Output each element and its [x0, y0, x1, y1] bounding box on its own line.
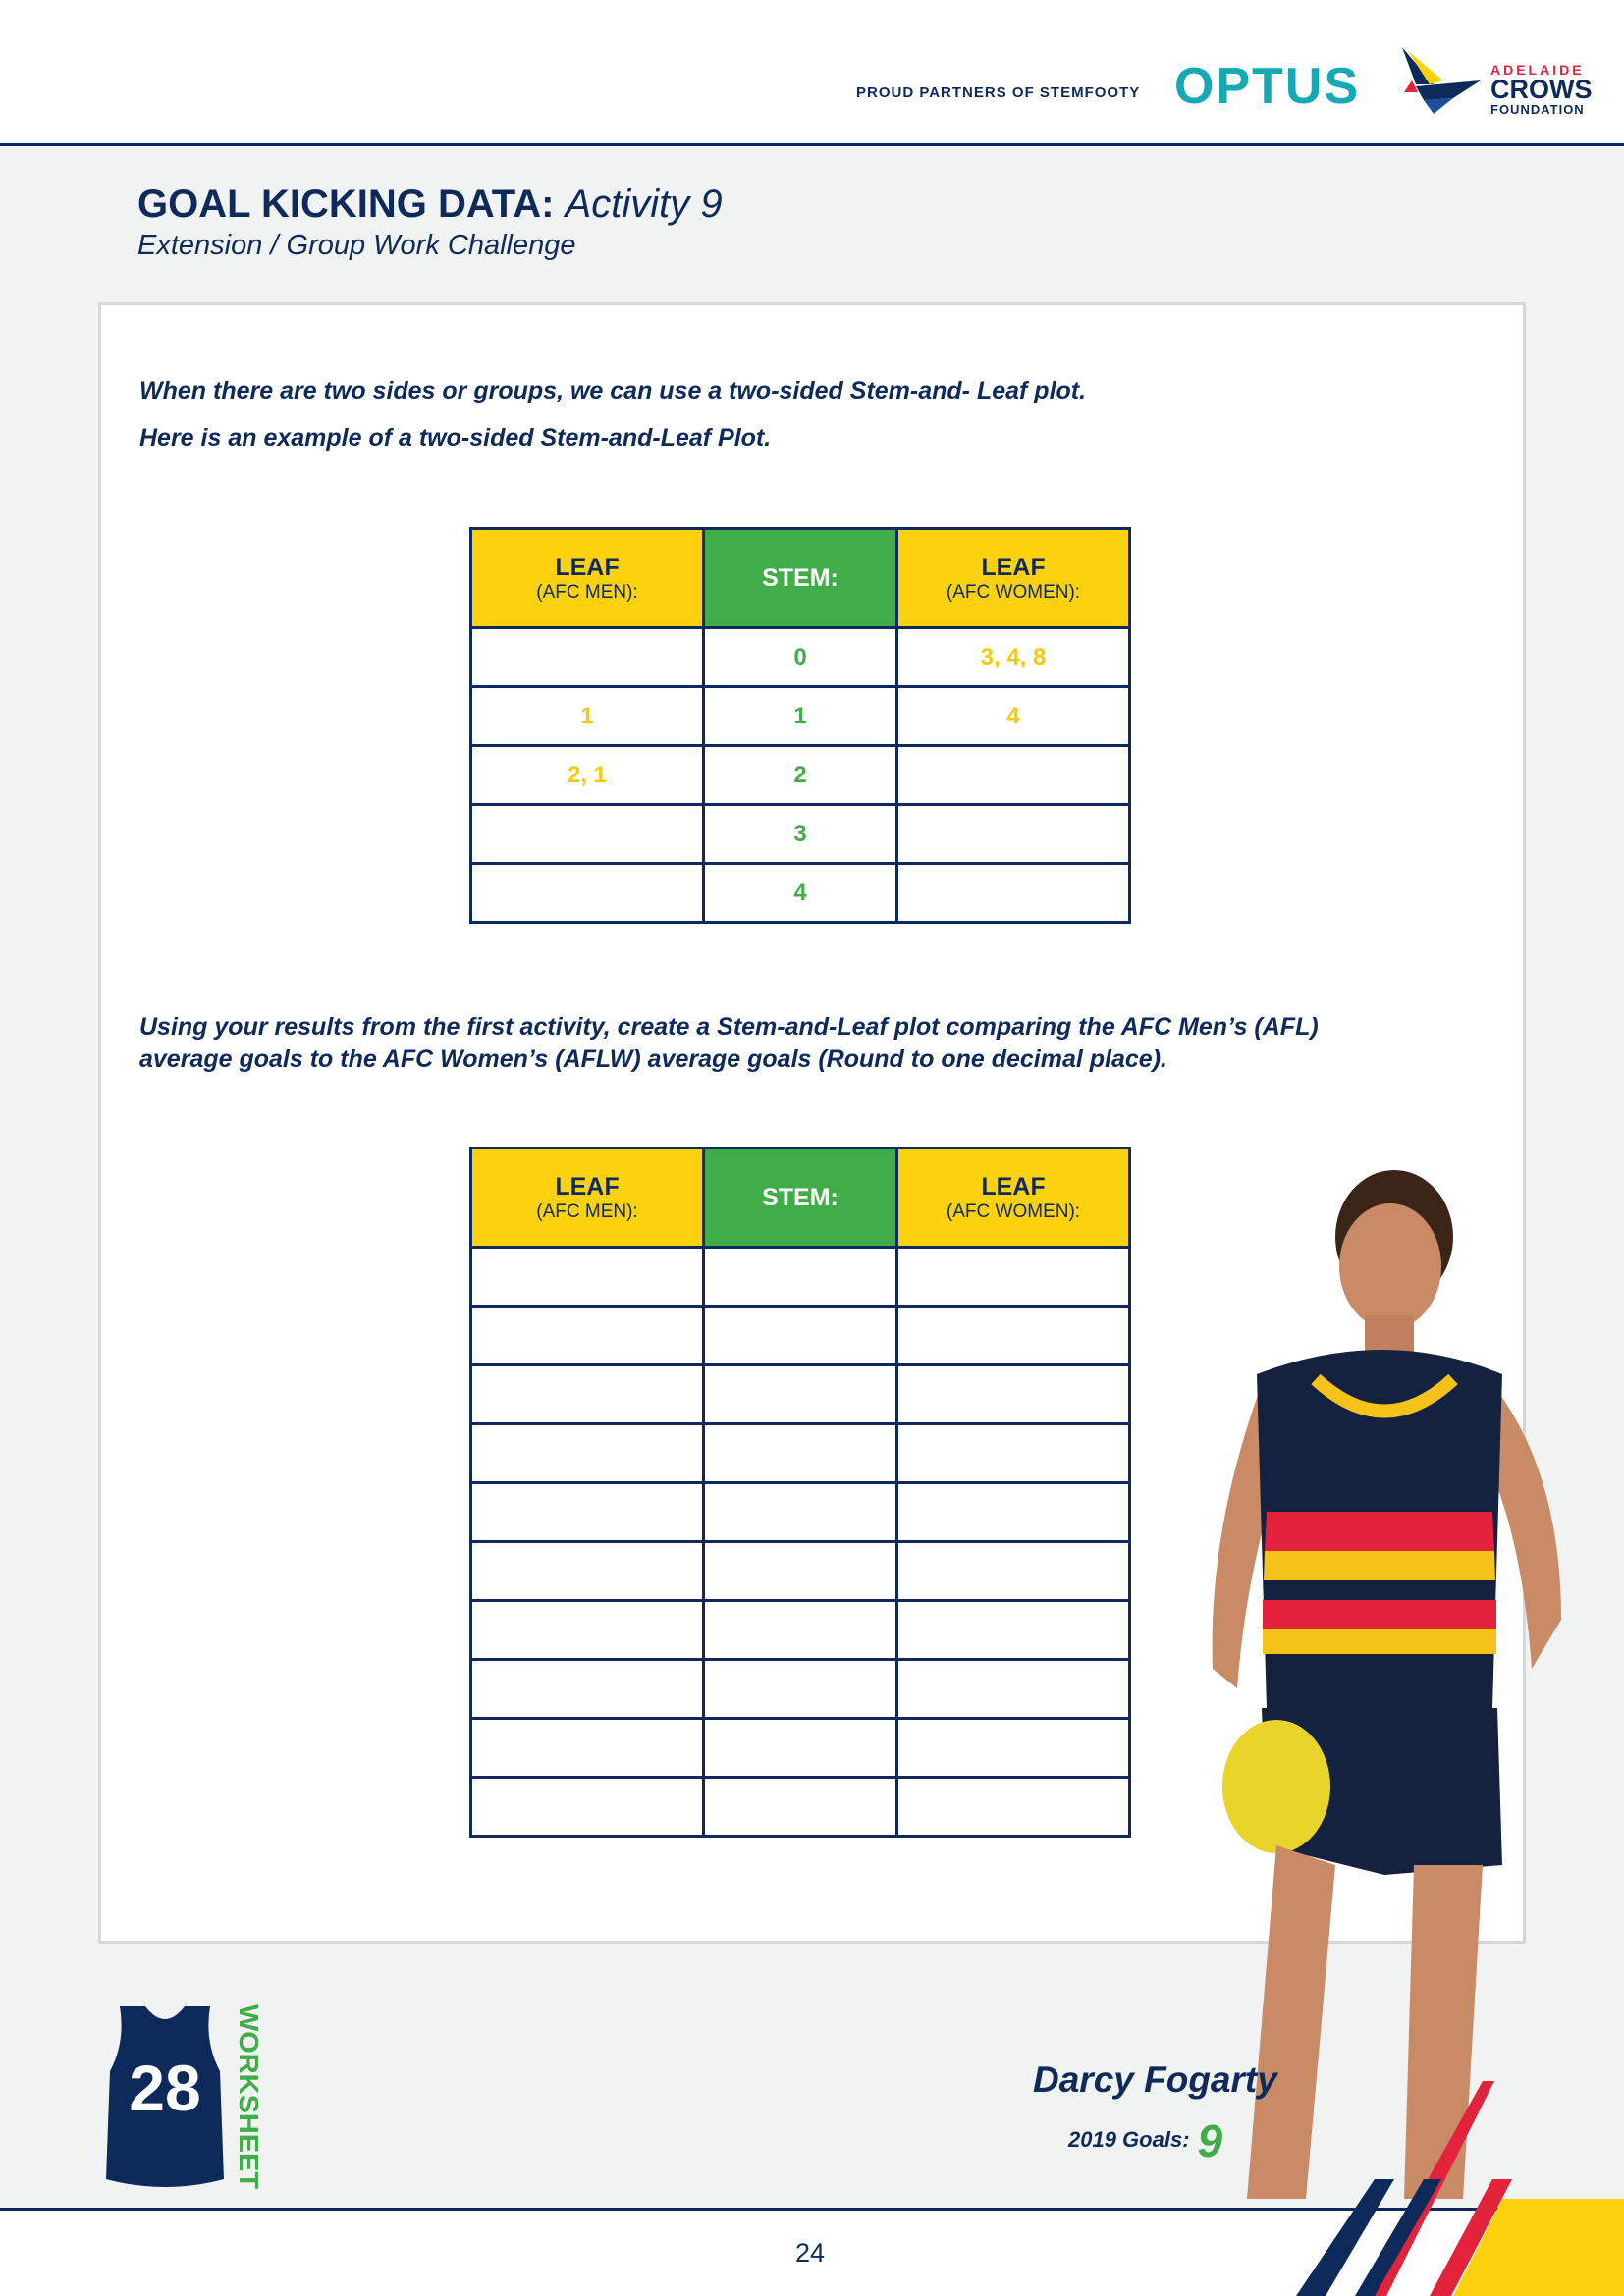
table-row: [469, 1599, 1131, 1661]
intro-text-1: When there are two sides or groups, we c…: [139, 377, 1087, 404]
table-row: 4: [469, 862, 1131, 924]
jersey-number: 28: [129, 2052, 200, 2124]
blank-cell[interactable]: [469, 1363, 705, 1425]
table-row: 0 3, 4, 8: [469, 626, 1131, 688]
page-subtitle: Extension / Group Work Challenge: [137, 230, 576, 261]
page-number: 24: [794, 2238, 826, 2268]
leaf-men-header: LEAF (AFC MEN):: [469, 1147, 705, 1249]
blank-cell[interactable]: [702, 1246, 898, 1308]
table-row: [469, 1363, 1131, 1425]
blank-cell[interactable]: [702, 1422, 898, 1484]
blank-cell[interactable]: [895, 1481, 1131, 1543]
table-row: [469, 1540, 1131, 1602]
blank-cell[interactable]: [469, 1658, 705, 1720]
table-row: [469, 1717, 1131, 1779]
blank-cell[interactable]: [895, 1599, 1131, 1661]
partners-text: PROUD PARTNERS OF STEMFOOTY: [856, 84, 1141, 101]
table-row: [469, 1422, 1131, 1484]
optus-logo: OPTUS: [1174, 58, 1361, 115]
example-stem-leaf-table: LEAF (AFC MEN): STEM: LEAF (AFC WOMEN): …: [469, 527, 1131, 924]
table-row: [469, 1246, 1131, 1308]
crows-foundation-logo: ADELAIDE CROWS FOUNDATION: [1490, 62, 1593, 117]
leaf-men-header: LEAF (AFC MEN):: [469, 527, 705, 629]
blank-cell[interactable]: [702, 1540, 898, 1602]
intro-text-2: Here is an example of a two-sided Stem-a…: [139, 424, 772, 452]
blank-cell[interactable]: [469, 1717, 705, 1779]
blank-stem-leaf-table: LEAF (AFC MEN): STEM: LEAF (AFC WOMEN):: [469, 1147, 1131, 1838]
blank-cell[interactable]: [895, 1658, 1131, 1720]
crow-bird-icon: [1402, 47, 1481, 114]
leaf-women-header: LEAF (AFC WOMEN):: [895, 1147, 1131, 1249]
svg-text:WORKSHEET: WORKSHEET: [234, 2004, 264, 2189]
blank-cell[interactable]: [702, 1717, 898, 1779]
table-row: [469, 1776, 1131, 1838]
blank-cell[interactable]: [469, 1481, 705, 1543]
blank-cell[interactable]: [895, 1305, 1131, 1366]
blank-cell[interactable]: [469, 1540, 705, 1602]
blank-cell[interactable]: [895, 1363, 1131, 1425]
blank-cell[interactable]: [469, 1246, 705, 1308]
blank-cell[interactable]: [469, 1422, 705, 1484]
table-row: 1 1 4: [469, 685, 1131, 747]
player-name: Darcy Fogarty: [1033, 2059, 1277, 2100]
table-header-row: LEAF (AFC MEN): STEM: LEAF (AFC WOMEN):: [469, 527, 1131, 629]
stem-header: STEM:: [702, 527, 898, 629]
table-row: [469, 1481, 1131, 1543]
decorative-stripes: [1296, 2081, 1624, 2296]
blank-cell[interactable]: [895, 1540, 1131, 1602]
blank-cell[interactable]: [469, 1599, 705, 1661]
blank-cell[interactable]: [895, 1717, 1131, 1779]
table-row: 3: [469, 803, 1131, 865]
blank-cell[interactable]: [469, 1776, 705, 1838]
leaf-women-header: LEAF (AFC WOMEN):: [895, 527, 1131, 629]
table-row: 2, 1 2: [469, 744, 1131, 806]
blank-cell[interactable]: [702, 1776, 898, 1838]
blank-cell[interactable]: [895, 1776, 1131, 1838]
blank-cell[interactable]: [895, 1422, 1131, 1484]
blank-cell[interactable]: [702, 1658, 898, 1720]
blank-cell[interactable]: [702, 1599, 898, 1661]
table-row: [469, 1305, 1131, 1366]
goals-number: 9: [1197, 2115, 1223, 2166]
blank-cell[interactable]: [895, 1246, 1131, 1308]
blank-cell[interactable]: [702, 1363, 898, 1425]
jersey-icon: 28: [106, 2006, 224, 2187]
blank-cell[interactable]: [702, 1481, 898, 1543]
page-header: PROUD PARTNERS OF STEMFOOTY OPTUS ADELAI…: [0, 0, 1624, 146]
task-instructions: Using your results from the first activi…: [139, 1013, 1319, 1073]
worksheet-label: WORKSHEET: [234, 2004, 264, 2189]
table-row: [469, 1658, 1131, 1720]
stem-header: STEM:: [702, 1147, 898, 1249]
table-header-row: LEAF (AFC MEN): STEM: LEAF (AFC WOMEN):: [469, 1147, 1131, 1249]
blank-cell[interactable]: [702, 1305, 898, 1366]
blank-cell[interactable]: [469, 1305, 705, 1366]
player-goals: 2019 Goals: 9: [1068, 2115, 1223, 2166]
page-title: GOAL KICKING DATA: Activity 9: [137, 183, 723, 226]
